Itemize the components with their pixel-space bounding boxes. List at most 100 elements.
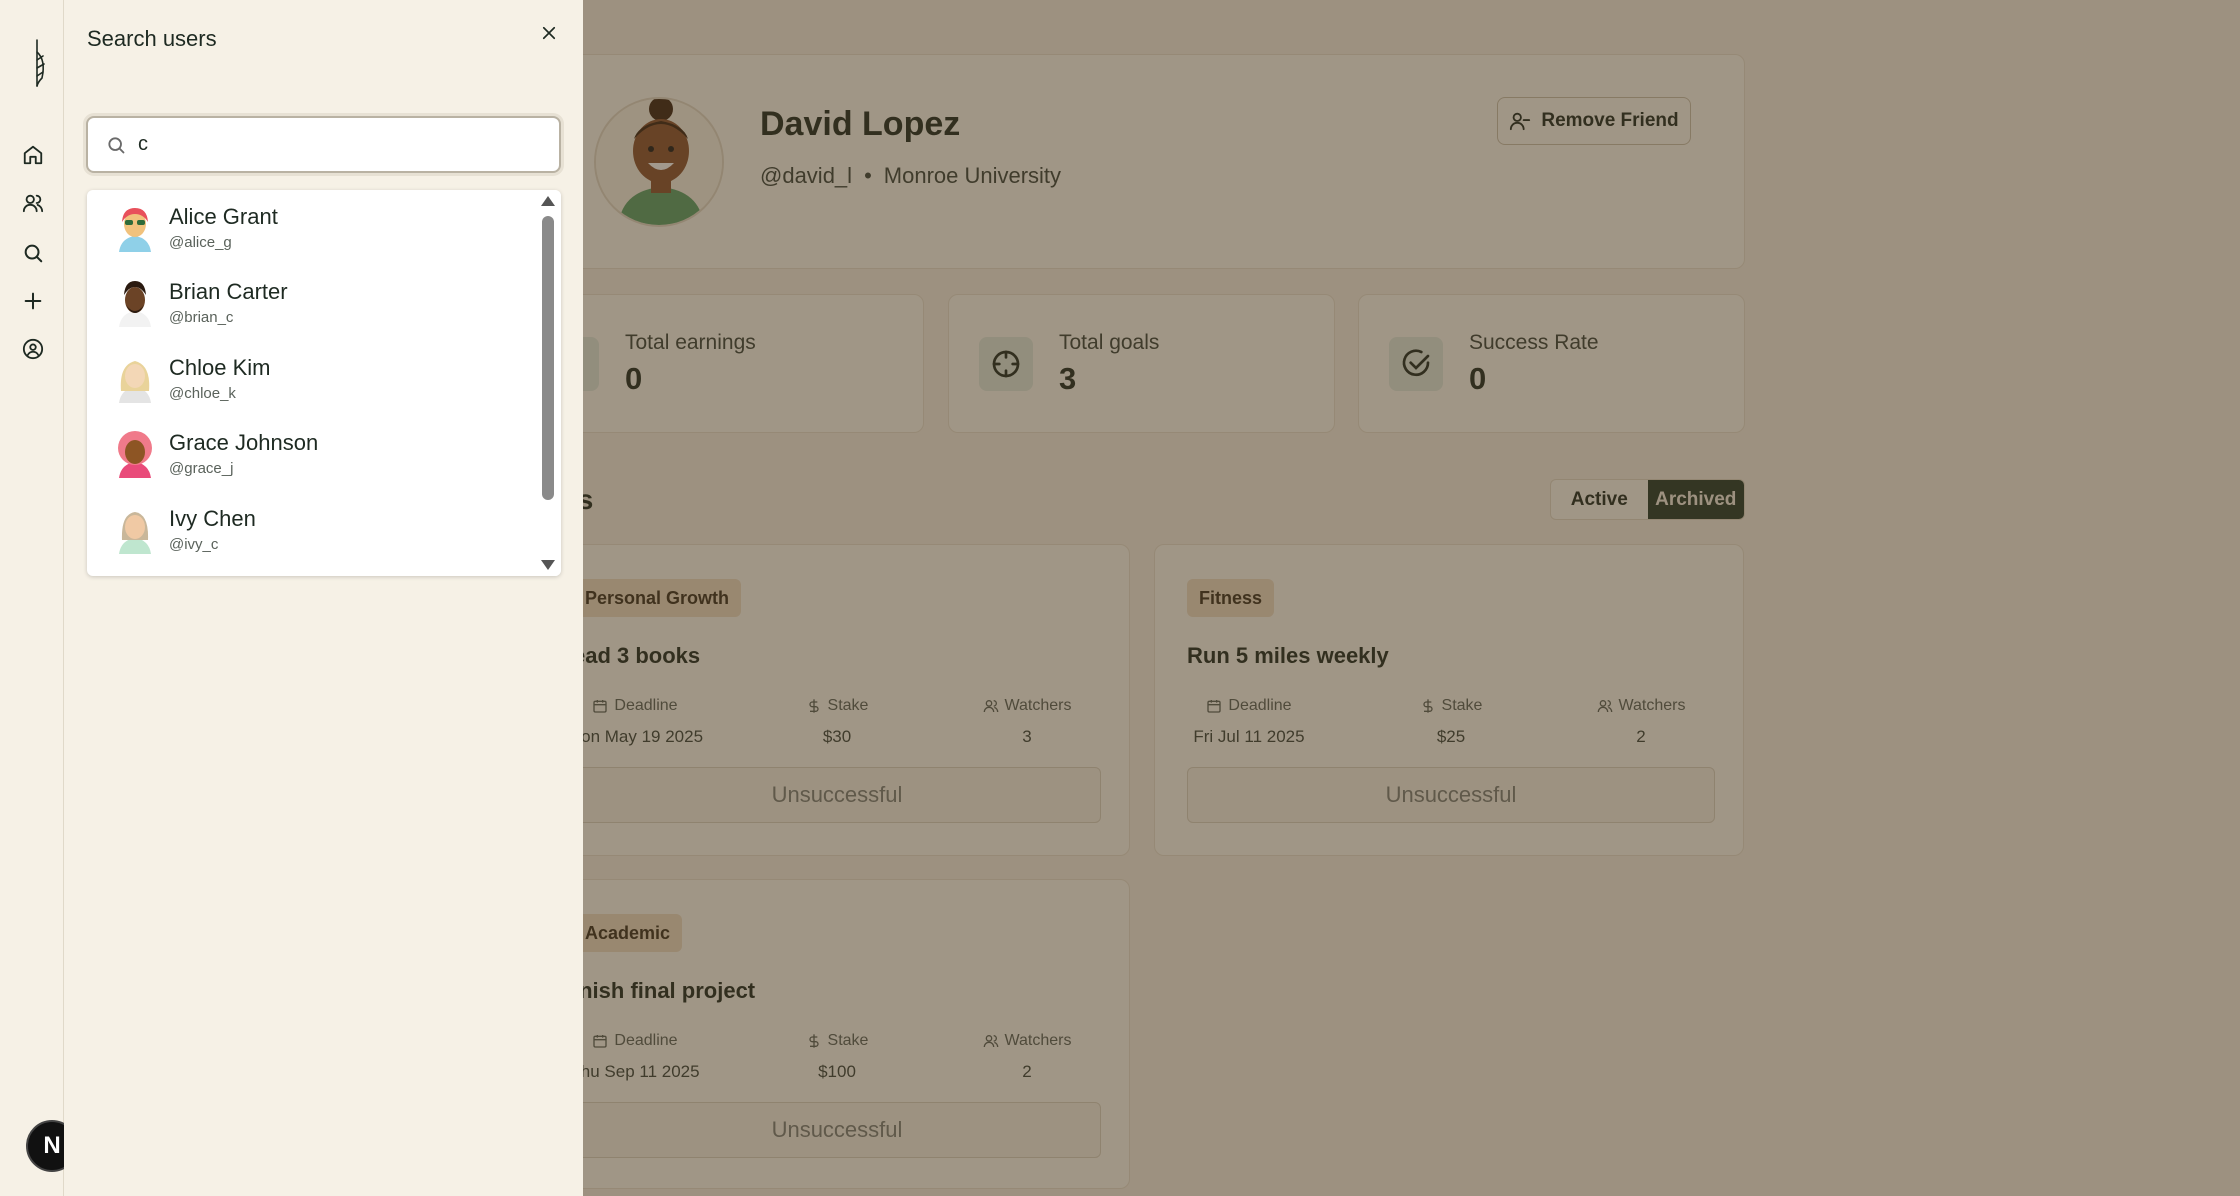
goal-category-tag: Personal Growth [573,579,742,617]
stat-label: Success Rate [1469,331,1599,354]
goal-watchers: Watchers 3 [947,697,1107,747]
scroll-up-icon[interactable] [541,196,555,206]
close-icon[interactable] [538,22,560,44]
users-icon [983,700,998,713]
tab-archived[interactable]: Archived [1647,480,1744,519]
stat-card-success-rate: Success Rate 0 [1358,294,1745,433]
search-users-panel: Search users Alice Grant @alice_g Brian … [64,0,583,1196]
user-handle: @brian_c [169,309,234,326]
meta-label: Watchers [1618,697,1686,714]
avatar [118,431,152,478]
goal-category-tag: Academic [573,914,683,952]
goal-watchers: Watchers 2 [947,1032,1107,1082]
dollar-icon [1422,699,1433,713]
stat-value: 0 [625,361,643,396]
meta-label: Stake [1441,697,1483,714]
goal-card[interactable]: Fitness Run 5 miles weekly Deadline Fri … [1154,544,1744,856]
goal-title: inish final project [573,978,756,1003]
goal-category-tag: Fitness [1187,579,1275,617]
goal-deadline: Deadline Fri Jul 11 2025 [1169,697,1329,747]
goal-filter-tabs: Active Archived [1550,479,1745,520]
calendar-icon [593,700,608,713]
user-result-grace-johnson[interactable]: Grace Johnson @grace_j [87,416,539,492]
goal-watchers: Watchers 2 [1561,697,1721,747]
user-name: Chloe Kim [169,355,271,380]
scrollbar-thumb[interactable] [542,216,554,500]
goal-status-button[interactable]: Unsuccessful [1187,767,1715,823]
user-handle: @alice_g [169,234,232,251]
meta-label: Stake [827,697,869,714]
meta-value: $30 [822,727,852,746]
user-result-ivy-chen[interactable]: Ivy Chen @ivy_c [87,492,539,568]
goal-title: Run 5 miles weekly [1187,643,1389,668]
user-result-brian-carter[interactable]: Brian Carter @brian_c [87,265,539,341]
goal-status-button[interactable]: Unsuccessful [573,1102,1101,1158]
users-icon [1597,700,1612,713]
search-results-list: Alice Grant @alice_g Brian Carter @brian… [87,190,561,576]
goal-stake: Stake $100 [757,1032,917,1082]
goal-card[interactable]: Personal Growth ead 3 books Deadline Mon… [540,544,1130,856]
user-handle: @grace_j [169,460,234,477]
remove-friend-button[interactable]: Remove Friend [1497,97,1691,145]
search-field [86,116,561,173]
goal-title: ead 3 books [573,643,701,668]
avatar [119,512,151,554]
meta-label: Watchers [1004,1032,1072,1049]
goal-status-button[interactable]: Unsuccessful [573,767,1101,823]
dollar-icon [808,1034,819,1048]
search-input[interactable] [138,118,538,171]
plus-icon[interactable] [22,290,44,312]
stat-label: Total goals [1059,331,1160,354]
meta-label: Deadline [614,697,678,714]
meta-value: 3 [1022,727,1032,746]
nav-rail: N [0,0,78,1196]
panel-title: Search users [87,26,217,51]
meta-label: Watchers [1004,697,1072,714]
profile-subtitle: @david_l • Monroe University [760,163,1061,189]
goal-stake: Stake $30 [757,697,917,747]
users-icon [983,1035,998,1048]
avatar [594,97,724,227]
search-icon[interactable] [22,242,44,264]
avatar [119,281,151,327]
stat-label: Total earnings [625,331,756,354]
avatar [119,361,151,403]
meta-value: 2 [1022,1062,1032,1081]
home-icon[interactable] [22,144,44,166]
meta-value: $100 [818,1062,856,1081]
dollar-icon [808,699,819,713]
user-handle: @ivy_c [169,536,219,553]
target-icon [979,337,1033,391]
stat-value: 3 [1059,361,1077,396]
meta-value: $25 [1436,727,1466,746]
profile-circle-icon[interactable] [22,338,44,360]
profile-handle: @david_l [760,163,853,188]
meta-value: 2 [1636,727,1646,746]
meta-value: Fri Jul 11 2025 [1193,727,1305,746]
user-name: Alice Grant [169,204,278,229]
user-handle: @chloe_k [169,385,236,402]
feather-logo-icon[interactable] [32,38,48,88]
user-result-alice-grant[interactable]: Alice Grant @alice_g [87,190,539,266]
tab-active[interactable]: Active [1551,480,1648,519]
goal-stake: Stake $25 [1371,697,1531,747]
stat-card-goals: Total goals 3 [948,294,1335,433]
users-icon[interactable] [22,192,44,214]
remove-friend-label: Remove Friend [1541,110,1679,131]
calendar-icon [593,1035,608,1048]
user-name: Brian Carter [169,279,288,304]
avatar [119,208,151,252]
profile-school: Monroe University [883,163,1062,188]
calendar-icon [1207,700,1222,713]
meta-label: Stake [827,1032,869,1049]
meta-label: Deadline [614,1032,678,1049]
user-name: Ivy Chen [169,506,256,531]
user-minus-icon [1510,112,1531,131]
check-circle-icon [1389,337,1443,391]
scroll-down-icon[interactable] [541,560,555,570]
search-icon [108,137,125,154]
meta-label: Deadline [1228,697,1292,714]
goal-card[interactable]: Academic inish final project Deadline Th… [540,879,1130,1189]
profile-card: David Lopez @david_l • Monroe University… [570,54,1745,269]
user-result-chloe-kim[interactable]: Chloe Kim @chloe_k [87,341,539,417]
